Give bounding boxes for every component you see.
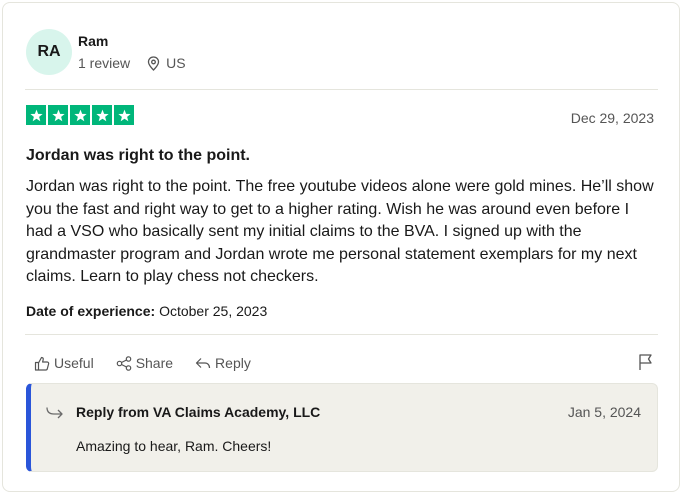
reply-author: Reply from VA Claims Academy, LLC (76, 404, 321, 420)
useful-button[interactable]: Useful (34, 355, 94, 371)
avatar[interactable]: RA (26, 29, 72, 75)
experience-date: October 25, 2023 (159, 303, 268, 319)
divider (25, 89, 658, 90)
star-rating (26, 105, 134, 125)
share-icon (116, 355, 131, 371)
review-title[interactable]: Jordan was right to the point. (26, 147, 250, 165)
reviewer-name[interactable]: Ram (78, 33, 108, 49)
experience-label: Date of experience: (26, 303, 156, 319)
country: US (166, 55, 186, 71)
location-pin-icon (147, 55, 160, 71)
reply-date: Jan 5, 2024 (567, 404, 641, 420)
reply-label: Reply (215, 355, 251, 371)
location: US (147, 55, 186, 71)
report-flag-button[interactable] (638, 353, 653, 376)
reply-button[interactable]: Reply (195, 355, 251, 371)
reviewer-meta: 1 review US (78, 55, 186, 71)
reply-arrow-icon (195, 357, 211, 368)
star-icon (114, 105, 134, 125)
divider (25, 334, 658, 335)
review-actions: Useful Share Reply (34, 355, 273, 371)
share-label: Share (135, 355, 174, 371)
share-button[interactable]: Share (116, 355, 173, 371)
reply-arrow-icon (46, 407, 63, 419)
useful-label: Useful (54, 355, 94, 371)
review-card: RA Ram 1 review US Dec 29, 2023 Jordan w… (2, 2, 680, 492)
reply-text: Amazing to hear, Ram. Cheers! (76, 438, 272, 454)
flag-icon (639, 354, 652, 370)
star-icon (92, 105, 112, 125)
review-count: 1 review (78, 55, 131, 71)
star-icon (26, 105, 46, 125)
review-body: Jordan was right to the point. The free … (26, 178, 654, 285)
star-icon (48, 105, 68, 125)
review-date: Dec 29, 2023 (570, 110, 654, 126)
date-of-experience: Date of experience: October 25, 2023 (26, 303, 267, 319)
thumbs-up-icon (34, 356, 50, 371)
star-icon (70, 105, 90, 125)
company-reply: Reply from VA Claims Academy, LLC Jan 5,… (26, 383, 658, 472)
